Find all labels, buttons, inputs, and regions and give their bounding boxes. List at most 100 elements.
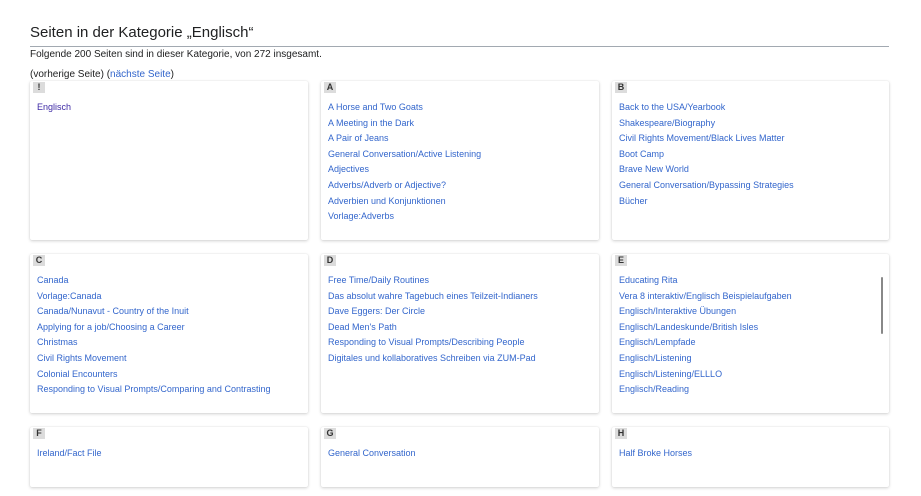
category-page-link[interactable]: Ireland/Fact File <box>37 448 102 458</box>
page-title: Seiten in der Kategorie „Englisch“ <box>30 24 889 47</box>
group-letter: H <box>615 428 627 439</box>
list-item: Digitales und kollaboratives Schreiben v… <box>328 351 593 367</box>
category-page-link[interactable]: Englisch/Interaktive Übungen <box>619 306 736 316</box>
category-page-link[interactable]: Vorlage:Canada <box>37 291 102 301</box>
category-page-link[interactable]: Adverbs/Adverb or Adjective? <box>328 180 446 190</box>
category-page-link[interactable]: Das absolut wahre Tagebuch eines Teilzei… <box>328 291 538 301</box>
category-page-link[interactable]: General Conversation <box>328 448 416 458</box>
category-page-link[interactable]: General Conversation/Active Listening <box>328 149 481 159</box>
category-page-link[interactable]: Civil Rights Movement <box>37 353 127 363</box>
category-group-b: B Back to the USA/Yearbook Shakespeare/Bio… <box>612 81 889 240</box>
group-letter: A <box>324 82 336 93</box>
list-item: Englisch/Landeskunde/British Isles <box>619 320 883 336</box>
category-page-link[interactable]: Dave Eggers: Der Circle <box>328 306 425 316</box>
category-group-f: F Ireland/Fact File <box>30 427 308 487</box>
close-paren: ) <box>170 69 174 80</box>
category-page-link[interactable]: Back to the USA/Yearbook <box>619 102 725 112</box>
list-item: Shakespeare/Biography <box>619 116 883 132</box>
category-group-symbols: ! Englisch <box>30 81 308 240</box>
category-page-link[interactable]: Bücher <box>619 196 648 206</box>
list-item: Civil Rights Movement <box>37 351 302 367</box>
list-item: Vorlage:Canada <box>37 289 302 305</box>
list-item: Boot Camp <box>619 147 883 163</box>
category-page-link[interactable]: Vera 8 interaktiv/Englisch Beispielaufga… <box>619 291 792 301</box>
category-page-link[interactable]: Englisch/Landeskunde/British Isles <box>619 322 758 332</box>
category-page-link[interactable]: Half Broke Horses <box>619 448 692 458</box>
list-item: Applying for a job/Choosing a Career <box>37 320 302 336</box>
list-item: Englisch <box>37 100 302 116</box>
list-item: Englisch/Listening <box>619 351 883 367</box>
category-page-link[interactable]: Applying for a job/Choosing a Career <box>37 322 185 332</box>
category-page-link[interactable]: Colonial Encounters <box>37 369 118 379</box>
category-page-link[interactable]: Responding to Visual Prompts/Comparing a… <box>37 384 270 394</box>
group-page-list: Back to the USA/Yearbook Shakespeare/Biog… <box>619 100 883 209</box>
list-item: General Conversation/Active Listening <box>328 147 593 163</box>
list-item: Half Broke Horses <box>619 446 883 462</box>
category-page-link[interactable]: Digitales und kollaboratives Schreiben v… <box>328 353 536 363</box>
list-item: Canada <box>37 273 302 289</box>
group-page-list: Canada Vorlage:Canada Canada/Nunavut - Cou… <box>37 273 302 398</box>
group-page-list: Educating Rita Vera 8 interaktiv/Englisch… <box>619 273 883 398</box>
category-group-e: E Educating Rita Vera 8 interaktiv/Englisc… <box>612 254 889 413</box>
category-page-link[interactable]: Englisch/Lempfade <box>619 337 696 347</box>
list-item: General Conversation <box>328 446 593 462</box>
category-page-link[interactable]: Englisch/Reading <box>619 384 689 394</box>
list-item: Ireland/Fact File <box>37 446 302 462</box>
category-group-a: A A Horse and Two Goats A Meeting in the D… <box>321 81 599 240</box>
group-letter: E <box>615 255 627 266</box>
category-page-link[interactable]: Brave New World <box>619 164 689 174</box>
list-item: Adverbs/Adverb or Adjective? <box>328 178 593 194</box>
category-page-link[interactable]: Englisch/Listening/ELLLO <box>619 369 722 379</box>
category-page-link[interactable]: Adverbien und Konjunktionen <box>328 196 446 206</box>
list-item: A Horse and Two Goats <box>328 100 593 116</box>
group-page-list: Free Time/Daily Routines Das absolut wahr… <box>328 273 593 367</box>
category-page-link[interactable]: Civil Rights Movement/Black Lives Matter <box>619 133 785 143</box>
category-page-link[interactable]: Shakespeare/Biography <box>619 118 715 128</box>
category-page-link[interactable]: A Horse and Two Goats <box>328 102 423 112</box>
list-item: Back to the USA/Yearbook <box>619 100 883 116</box>
group-scrollbar[interactable] <box>881 277 883 334</box>
next-page-link[interactable]: nächste Seite <box>110 69 171 80</box>
category-page-link[interactable]: Dead Men's Path <box>328 322 397 332</box>
category-page-link[interactable]: Canada <box>37 275 69 285</box>
list-item: Colonial Encounters <box>37 367 302 383</box>
group-letter: C <box>33 255 45 266</box>
category-page-link[interactable]: Adjectives <box>328 164 369 174</box>
category-page-link[interactable]: Boot Camp <box>619 149 664 159</box>
group-page-list: A Horse and Two Goats A Meeting in the Da… <box>328 100 593 225</box>
category-page-link[interactable]: Englisch/Listening <box>619 353 692 363</box>
previous-page-text: (vorherige Seite) <box>30 69 104 80</box>
list-item: General Conversation/Bypassing Strategie… <box>619 178 883 194</box>
list-item: Responding to Visual Prompts/Comparing a… <box>37 382 302 398</box>
group-page-list: Half Broke Horses <box>619 446 883 462</box>
list-item: Adverbien und Konjunktionen <box>328 194 593 210</box>
list-item: Englisch/Listening/ELLLO <box>619 367 883 383</box>
group-page-list: Ireland/Fact File <box>37 446 302 462</box>
category-summary: Folgende 200 Seiten sind in dieser Kateg… <box>30 49 322 60</box>
category-page-link[interactable]: Responding to Visual Prompts/Describing … <box>328 337 524 347</box>
category-group-c: C Canada Vorlage:Canada Canada/Nunavut - Co… <box>30 254 308 413</box>
list-item: Bücher <box>619 194 883 210</box>
category-page-link[interactable]: Free Time/Daily Routines <box>328 275 429 285</box>
group-page-list: Englisch <box>37 100 302 116</box>
category-page-link[interactable]: Educating Rita <box>619 275 678 285</box>
group-letter: D <box>324 255 336 266</box>
group-letter: ! <box>33 82 45 93</box>
category-page-link[interactable]: Christmas <box>37 337 78 347</box>
category-page-link[interactable]: Englisch <box>37 102 71 112</box>
category-page-link[interactable]: General Conversation/Bypassing Strategie… <box>619 180 794 190</box>
list-item: Das absolut wahre Tagebuch eines Teilzei… <box>328 289 593 305</box>
list-item: Civil Rights Movement/Black Lives Matter <box>619 131 883 147</box>
list-item: Free Time/Daily Routines <box>328 273 593 289</box>
category-page-link[interactable]: Canada/Nunavut - Country of the Inuit <box>37 306 189 316</box>
list-item: Brave New World <box>619 162 883 178</box>
list-item: A Pair of Jeans <box>328 131 593 147</box>
list-item: Vorlage:Adverbs <box>328 209 593 225</box>
list-item: Englisch/Reading <box>619 382 883 398</box>
list-item: Dead Men's Path <box>328 320 593 336</box>
category-page-link[interactable]: Vorlage:Adverbs <box>328 211 394 221</box>
category-group-d: D Free Time/Daily Routines Das absolut wah… <box>321 254 599 413</box>
category-page-link[interactable]: A Pair of Jeans <box>328 133 389 143</box>
list-item: Christmas <box>37 335 302 351</box>
category-page-link[interactable]: A Meeting in the Dark <box>328 118 414 128</box>
